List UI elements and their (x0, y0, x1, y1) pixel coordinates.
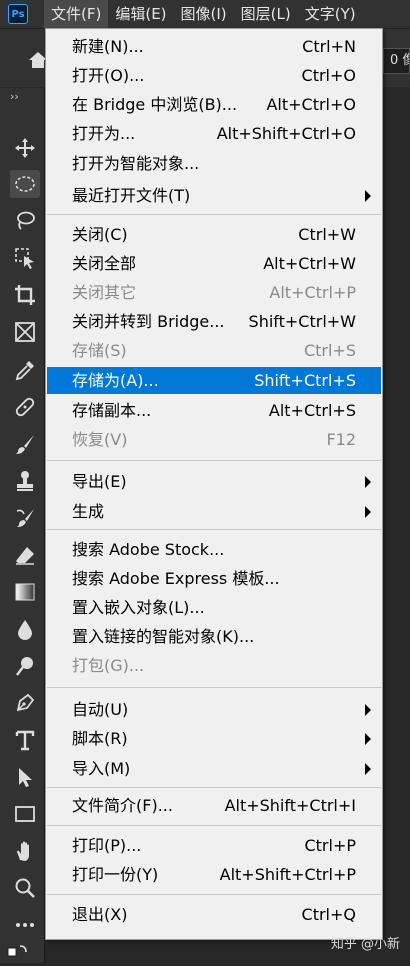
menu-item-new[interactable]: 新建(N)... Ctrl+N (47, 33, 381, 60)
menu-type[interactable]: 文字(Y) (298, 0, 363, 28)
menu-separator (47, 787, 381, 788)
rectangle-tool-icon[interactable] (14, 803, 36, 825)
menu-item-save-a-copy[interactable]: 存储副本... Alt+Ctrl+S (47, 397, 381, 424)
submenu-arrow-icon (365, 704, 371, 716)
healing-brush-tool-icon[interactable] (14, 396, 36, 418)
shortcut: Ctrl+P (304, 836, 356, 855)
blur-tool-icon[interactable] (14, 618, 36, 640)
menu-item-export[interactable]: 导出(E) (47, 468, 381, 495)
menu-item-close-all[interactable]: 关闭全部 Alt+Ctrl+W (47, 250, 381, 277)
shortcut: Ctrl+W (298, 225, 356, 244)
menu-item-package: 打包(G)... (72, 656, 145, 675)
menu-item-place-embedded[interactable]: 置入嵌入对象(L)... (47, 594, 381, 621)
shortcut: Alt+Shift+Ctrl+P (219, 865, 356, 884)
marquee-tool-icon[interactable] (10, 170, 40, 198)
menu-item-close-and-go-to-bridge[interactable]: 关闭并转到 Bridge... Shift+Ctrl+W (47, 308, 381, 335)
menu-item-open[interactable]: 打开(O)... Ctrl+O (47, 62, 381, 89)
eraser-tool-icon[interactable] (14, 544, 36, 566)
dodge-tool-icon[interactable] (14, 655, 36, 677)
gradient-tool-icon[interactable] (14, 581, 36, 603)
menu-layer[interactable]: 图层(L) (234, 0, 298, 28)
menu-item-search-adobe-stock[interactable]: 搜索 Adobe Stock... (47, 536, 381, 563)
shortcut: Alt+Shift+Ctrl+I (224, 796, 356, 815)
menu-item-open-as-smart-object[interactable]: 打开为智能对象... (47, 150, 381, 177)
more-tools-icon[interactable] (14, 914, 36, 936)
shortcut: Shift+Ctrl+S (254, 371, 356, 390)
menu-separator (47, 687, 381, 688)
menu-separator (47, 214, 381, 215)
shortcut: Alt+Ctrl+P (269, 283, 356, 302)
menu-item-search-adobe-express-templates[interactable]: 搜索 Adobe Express 模板... (47, 565, 381, 592)
menu-item-save: 存储(S) Ctrl+S (47, 337, 381, 364)
path-selection-tool-icon[interactable] (14, 766, 36, 788)
lasso-tool-icon[interactable] (14, 210, 36, 232)
shortcut: F12 (326, 430, 356, 449)
zoom-tool-icon[interactable] (14, 877, 36, 899)
menu-edit[interactable]: 编辑(E) (108, 0, 173, 28)
menu-item-automate[interactable]: 自动(U) (47, 696, 381, 723)
menu-item-close-others: 关闭其它 Alt+Ctrl+P (47, 279, 381, 306)
menu-item-open-as[interactable]: 打开为... Alt+Shift+Ctrl+O (47, 120, 381, 147)
submenu-arrow-icon (365, 190, 371, 202)
menu-item-print-one-copy[interactable]: 打印一份(Y) Alt+Shift+Ctrl+P (47, 861, 381, 888)
feather-input[interactable]: 0 像 (383, 48, 410, 74)
history-brush-tool-icon[interactable] (14, 507, 36, 529)
shortcut: Alt+Shift+Ctrl+O (216, 124, 356, 143)
menu-item-place-linked[interactable]: 置入链接的智能对象(K)... (47, 623, 381, 650)
collapse-toolbar-button[interactable]: ›› (10, 90, 19, 103)
submenu-arrow-icon (365, 506, 371, 518)
menu-image[interactable]: 图像(I) (174, 0, 234, 28)
shortcut: Ctrl+Q (301, 905, 356, 924)
menu-item-scripts[interactable]: 脚本(R) (47, 725, 381, 752)
pen-tool-icon[interactable] (14, 692, 36, 714)
watermark: 知乎 @小新 (330, 937, 400, 952)
shortcut: Alt+Ctrl+W (263, 254, 356, 273)
submenu-arrow-icon (365, 763, 371, 775)
submenu-arrow-icon (365, 733, 371, 745)
menu-separator (47, 460, 381, 461)
menu-separator (47, 894, 381, 895)
shortcut: Ctrl+O (301, 66, 356, 85)
menu-item-save-as[interactable]: 存储为(A)... Shift+Ctrl+S (47, 367, 381, 394)
shortcut: Shift+Ctrl+W (248, 312, 356, 331)
crop-tool-icon[interactable] (14, 284, 36, 306)
brush-tool-icon[interactable] (14, 433, 36, 455)
menu-item-revert: 恢复(V) F12 (47, 426, 381, 453)
move-tool-icon[interactable] (14, 137, 36, 159)
menu-item-close[interactable]: 关闭(C) Ctrl+W (47, 221, 381, 248)
submenu-arrow-icon (365, 476, 371, 488)
menu-separator (47, 529, 381, 530)
menu-file[interactable]: 文件(F) (44, 0, 109, 28)
file-menu-dropdown: 新建(N)... Ctrl+N 打开(O)... Ctrl+O 在 Bridge… (45, 28, 383, 940)
shortcut: Alt+Ctrl+O (266, 95, 356, 114)
type-tool-icon[interactable] (14, 729, 36, 751)
menu-item-generate[interactable]: 生成 (47, 498, 381, 525)
object-selection-tool-icon[interactable] (14, 247, 36, 269)
menu-item-exit[interactable]: 退出(X) Ctrl+Q (47, 901, 381, 928)
menu-item-import[interactable]: 导入(M) (47, 755, 381, 782)
shortcut: Ctrl+S (303, 341, 356, 360)
shortcut: Alt+Ctrl+S (268, 401, 356, 420)
menu-item-file-info[interactable]: 文件简介(F)... Alt+Shift+Ctrl+I (47, 792, 381, 819)
menu-separator (47, 825, 381, 826)
menu-item-browse-in-bridge[interactable]: 在 Bridge 中浏览(B)... Alt+Ctrl+O (47, 91, 381, 118)
clone-stamp-tool-icon[interactable] (14, 470, 36, 492)
menu-item-print[interactable]: 打印(P)... Ctrl+P (47, 832, 381, 859)
frame-tool-icon[interactable] (14, 321, 36, 343)
shortcut: Ctrl+N (302, 37, 356, 56)
hand-tool-icon[interactable] (14, 840, 36, 862)
photoshop-logo: Ps (8, 4, 28, 24)
menu-bar: Ps 文件(F) 编辑(E) 图像(I) 图层(L) 文字(Y) (0, 0, 410, 29)
menu-item-open-recent[interactable]: 最近打开文件(T) (47, 182, 381, 209)
eyedropper-tool-icon[interactable] (14, 359, 36, 381)
